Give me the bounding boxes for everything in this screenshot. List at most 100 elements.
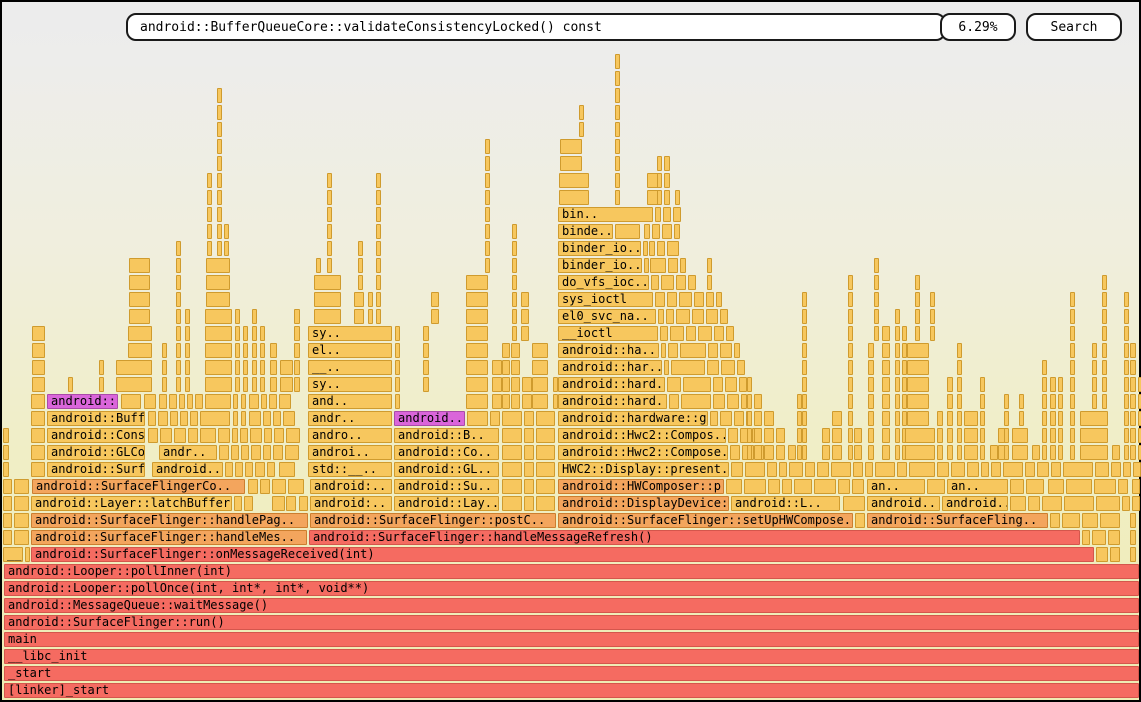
flame-frame-filler[interactable] (802, 428, 807, 443)
flame-frame-filler[interactable] (831, 462, 851, 477)
flame-frame-filler[interactable] (148, 411, 156, 426)
flame-frame-filler[interactable] (354, 292, 364, 307)
flame-frame-filler[interactable] (754, 445, 762, 460)
flame-frame[interactable]: android::SurfaceFlinger::handleMes.. (31, 530, 307, 545)
flame-frame-filler[interactable] (264, 428, 272, 443)
flame-frame-filler[interactable] (32, 377, 45, 392)
flame-frame-filler[interactable] (652, 224, 660, 239)
flame-frame-filler[interactable] (1058, 428, 1063, 443)
flame-frame-filler[interactable] (314, 292, 341, 307)
flame-frame-filler[interactable] (1124, 394, 1129, 409)
flame-frame-filler[interactable] (681, 394, 711, 409)
flame-frame-filler[interactable] (185, 326, 190, 341)
flame-frame-filler[interactable] (1092, 394, 1097, 409)
flame-frame-filler[interactable] (967, 462, 979, 477)
flame-frame-filler[interactable] (314, 309, 341, 324)
flame-frame-filler[interactable] (423, 360, 429, 375)
flame-frame-filler[interactable] (250, 428, 262, 443)
flame-frame-filler[interactable] (657, 173, 662, 188)
flame-frame-filler[interactable] (395, 377, 400, 392)
flame-frame-filler[interactable] (485, 173, 490, 188)
flame-frame-filler[interactable] (395, 343, 400, 358)
flame-frame-filler[interactable] (747, 428, 752, 443)
flame-frame-filler[interactable] (206, 292, 230, 307)
flame-frame-filler[interactable] (728, 428, 738, 443)
flame-frame-filler[interactable] (1066, 479, 1092, 494)
flame-frame-filler[interactable] (822, 428, 830, 443)
flame-frame-filler[interactable] (615, 190, 620, 205)
flame-frame-filler[interactable] (802, 411, 807, 426)
flame-frame-filler[interactable] (205, 309, 232, 324)
flame-frame-filler[interactable] (217, 241, 222, 256)
flame-frame-filler[interactable] (176, 343, 181, 358)
flame-frame-filler[interactable] (522, 394, 532, 409)
flame-frame[interactable]: android::hard.. (558, 377, 665, 392)
flame-frame-filler[interactable] (176, 377, 181, 392)
flame-frame[interactable]: android.. (394, 411, 465, 426)
flame-frame-filler[interactable] (657, 241, 665, 256)
flame-frame-filler[interactable] (234, 496, 242, 511)
flame-frame-filler[interactable] (560, 156, 582, 171)
flame-frame-filler[interactable] (895, 309, 900, 324)
flame-frame-filler[interactable] (207, 241, 212, 256)
flame-frame-filler[interactable] (235, 462, 243, 477)
flame-frame[interactable]: android:.. (310, 479, 392, 494)
flame-frame-filler[interactable] (1124, 326, 1129, 341)
flame-frame-filler[interactable] (502, 462, 522, 477)
flame-frame-filler[interactable] (874, 326, 879, 341)
flame-frame-filler[interactable] (376, 207, 381, 222)
flame-frame-filler[interactable] (651, 275, 659, 290)
flame-frame[interactable]: android::.. (47, 394, 118, 409)
flame-frame-filler[interactable] (895, 326, 900, 341)
flame-frame[interactable]: android::DisplayDevice:.. (558, 496, 729, 511)
flame-frame-filler[interactable] (176, 326, 181, 341)
flame-frame-filler[interactable] (1118, 479, 1128, 494)
flame-frame-filler[interactable] (779, 462, 787, 477)
flame-frame-filler[interactable] (1032, 445, 1040, 460)
flame-frame-filler[interactable] (176, 258, 181, 273)
flame-frame-filler[interactable] (243, 377, 248, 392)
flame-frame-filler[interactable] (875, 462, 895, 477)
flame-frame-filler[interactable] (676, 275, 686, 290)
flame-frame-filler[interactable] (1130, 343, 1136, 358)
flame-frame-filler[interactable] (838, 479, 850, 494)
flame-frame-filler[interactable] (668, 343, 678, 358)
flame-frame-filler[interactable] (260, 360, 265, 375)
flame-frame-filler[interactable] (1102, 275, 1107, 290)
flame-frame-filler[interactable] (251, 445, 261, 460)
flame-frame[interactable]: binde.. (558, 224, 613, 239)
flame-frame[interactable]: android::har.. (558, 360, 662, 375)
flame-frame-filler[interactable] (431, 309, 439, 324)
flame-frame-filler[interactable] (536, 496, 555, 511)
flame-frame-filler[interactable] (129, 258, 150, 273)
flame-frame-filler[interactable] (423, 343, 429, 358)
flame-frame-filler[interactable] (848, 394, 853, 409)
flame-frame-filler[interactable] (675, 190, 680, 205)
flame-frame-filler[interactable] (957, 445, 962, 460)
flame-frame-filler[interactable] (902, 326, 907, 341)
flame-frame[interactable]: android::Looper::pollOnce(int, int*, int… (4, 581, 1139, 596)
flame-frame-filler[interactable] (1070, 377, 1075, 392)
flame-frame-filler[interactable] (708, 343, 718, 358)
flame-frame-filler[interactable] (553, 377, 558, 392)
flame-frame-filler[interactable] (848, 309, 853, 324)
flame-frame-filler[interactable] (176, 360, 181, 375)
flame-frame-filler[interactable] (512, 275, 517, 290)
flame-frame-filler[interactable] (185, 309, 190, 324)
flame-frame-filler[interactable] (25, 547, 30, 562)
flame-frame-filler[interactable] (205, 343, 232, 358)
flame-frame[interactable]: android::GLCo.. (47, 445, 145, 460)
flame-frame-filler[interactable] (524, 428, 534, 443)
flame-frame-filler[interactable] (512, 241, 517, 256)
flame-frame-filler[interactable] (817, 462, 829, 477)
flame-frame-filler[interactable] (915, 326, 920, 341)
flame-frame-filler[interactable] (1124, 309, 1129, 324)
flame-frame-filler[interactable] (260, 343, 265, 358)
flame-frame-filler[interactable] (466, 326, 488, 341)
flame-frame-filler[interactable] (121, 394, 141, 409)
flame-frame-filler[interactable] (980, 411, 985, 426)
flame-frame-filler[interactable] (706, 309, 718, 324)
flame-frame-filler[interactable] (747, 411, 752, 426)
flame-frame-filler[interactable] (615, 156, 620, 171)
flame-frame-filler[interactable] (1130, 513, 1136, 528)
